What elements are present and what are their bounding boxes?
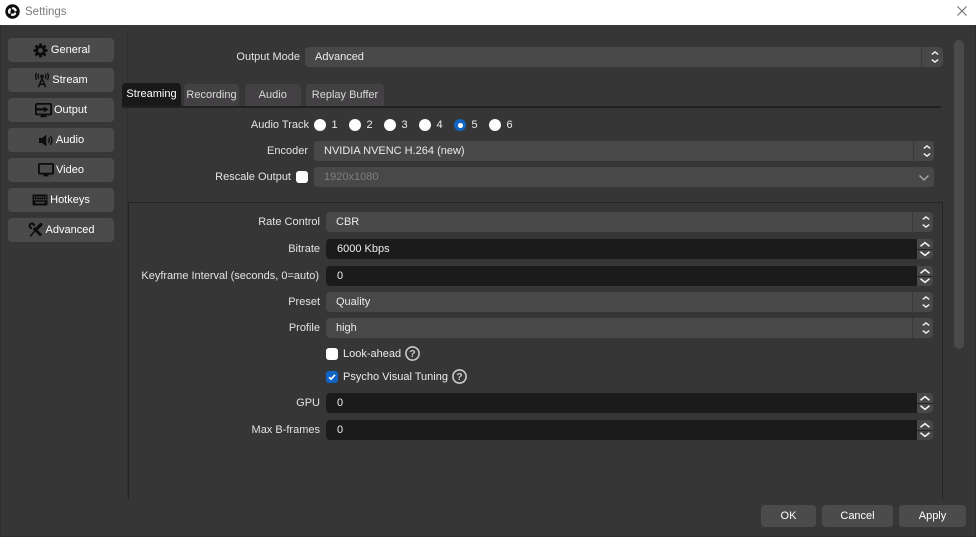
svg-text:?: ? [456,371,462,383]
svg-text:?: ? [409,348,415,360]
